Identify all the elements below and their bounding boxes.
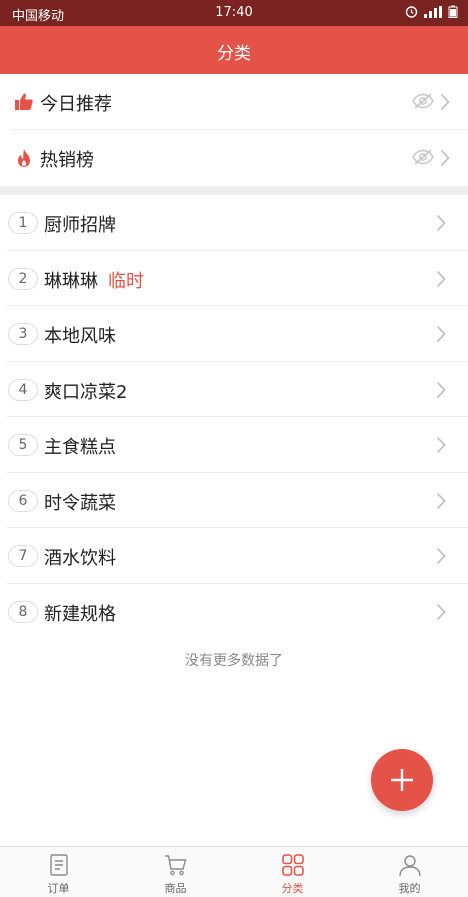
- category-row[interactable]: 2 琳琳琳 临时: [6, 251, 468, 306]
- cart-icon: [164, 855, 186, 876]
- chevron-right-icon: [436, 603, 446, 620]
- category-row[interactable]: 5 主食糕点: [6, 417, 468, 473]
- signal-icon: [424, 5, 442, 18]
- fixed-item-label: 热销榜: [40, 150, 94, 171]
- list-end-message: 没有更多数据了: [185, 653, 283, 669]
- category-name: 琳琳琳: [44, 270, 98, 292]
- profile-icon: [398, 855, 421, 877]
- bottom-tab-bar: 订单 商品 分类 我的: [0, 846, 468, 897]
- category-name: 酒水饮料: [44, 548, 116, 569]
- flame-icon: [18, 149, 30, 167]
- chevron-right-icon: [440, 149, 450, 167]
- category-grid-icon: [281, 854, 304, 876]
- hidden-eye-icon[interactable]: [412, 149, 434, 165]
- nav-bar: 分类: [0, 26, 468, 74]
- tab-label: 我的: [398, 882, 421, 895]
- category-label: 琳琳琳 临时: [44, 267, 144, 293]
- chevron-right-icon: [436, 214, 446, 232]
- category-list: 1 厨师招牌 2 琳琳琳 临时 3 本地风味 4 爽口凉菜2 5 主食糕点 6 时…: [0, 195, 468, 639]
- status-time: 17:40: [215, 5, 253, 20]
- thumbs-up-icon: [15, 93, 33, 110]
- tab-label: 分类: [281, 882, 304, 895]
- tab-profile[interactable]: 我的: [351, 847, 468, 897]
- chevron-right-icon: [436, 492, 446, 509]
- category-number: 7: [8, 545, 38, 567]
- category-name: 主食糕点: [44, 437, 116, 458]
- category-name: 厨师招牌: [44, 215, 116, 236]
- battery-icon: [448, 5, 458, 18]
- category-number: 2: [8, 267, 38, 290]
- chevron-right-icon: [436, 270, 446, 287]
- category-label: 本地风味: [44, 322, 126, 348]
- status-bar: 中国移动 17:40: [0, 0, 468, 26]
- tab-label: 商品: [164, 882, 187, 895]
- category-label: 主食糕点: [44, 433, 126, 459]
- category-number: 5: [8, 434, 38, 456]
- category-number: 6: [8, 489, 38, 512]
- tab-label: 订单: [47, 882, 70, 895]
- section-divider: [0, 186, 468, 195]
- category-number: 1: [8, 212, 38, 234]
- category-row[interactable]: 8 新建规格: [6, 584, 468, 640]
- tab-categories[interactable]: 分类: [234, 847, 351, 897]
- category-label: 时令蔬菜: [44, 489, 126, 515]
- category-tag: 临时: [108, 270, 144, 292]
- category-row[interactable]: 1 厨师招牌: [6, 195, 468, 251]
- tab-orders[interactable]: 订单: [0, 847, 117, 897]
- add-category-button[interactable]: [371, 749, 433, 811]
- category-number: 4: [8, 378, 38, 401]
- category-name: 新建规格: [44, 603, 116, 625]
- fixed-item-label: 今日推荐: [40, 94, 112, 115]
- chevron-right-icon: [440, 93, 450, 111]
- chevron-right-icon: [436, 436, 446, 454]
- category-label: 酒水饮料: [44, 544, 126, 570]
- category-row[interactable]: 6 时令蔬菜: [6, 473, 468, 528]
- chevron-right-icon: [436, 381, 446, 398]
- hidden-eye-icon[interactable]: [412, 93, 434, 109]
- chevron-right-icon: [436, 547, 446, 565]
- chevron-right-icon: [436, 325, 446, 343]
- plus-icon: [391, 769, 413, 791]
- alarm-icon: [405, 6, 418, 18]
- category-row[interactable]: 4 爽口凉菜2: [6, 362, 468, 417]
- category-name: 爽口凉菜2: [44, 381, 128, 403]
- category-row[interactable]: 3 本地风味: [6, 306, 468, 362]
- fixed-list: 今日推荐 热销榜: [0, 74, 468, 186]
- system-icons: [405, 5, 458, 18]
- page-title: 分类: [217, 44, 251, 64]
- fixed-item-hot-sales[interactable]: 热销榜: [12, 130, 468, 186]
- category-name: 本地风味: [44, 326, 116, 347]
- category-row[interactable]: 7 酒水饮料: [6, 528, 468, 584]
- category-number: 3: [8, 323, 38, 345]
- fixed-item-today-recommend[interactable]: 今日推荐: [12, 74, 468, 130]
- category-number: 8: [8, 600, 38, 623]
- category-label: 厨师招牌: [44, 211, 126, 237]
- category-name: 时令蔬菜: [44, 492, 116, 514]
- tab-products[interactable]: 商品: [117, 847, 234, 897]
- order-icon: [49, 854, 68, 876]
- category-label: 新建规格: [44, 600, 126, 626]
- category-label: 爽口凉菜2: [44, 378, 137, 404]
